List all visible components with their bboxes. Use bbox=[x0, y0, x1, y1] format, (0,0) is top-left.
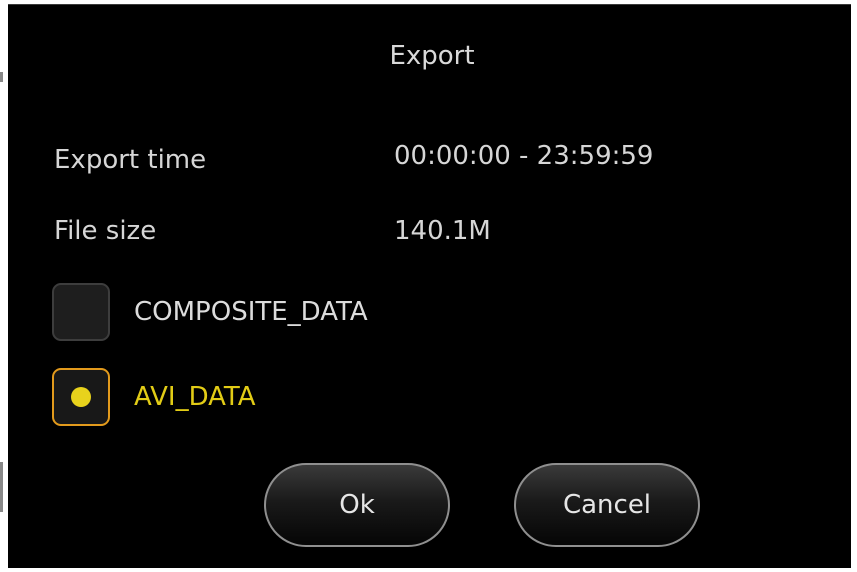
avi-data-label: AVI_DATA bbox=[134, 382, 256, 412]
window-edge-mark bbox=[0, 72, 3, 82]
selected-dot-icon bbox=[71, 387, 91, 407]
ok-button[interactable]: Ok bbox=[264, 463, 450, 547]
export-dialog: Export Export time 00:00:00 - 23:59:59 F… bbox=[8, 4, 851, 568]
composite-data-checkbox[interactable] bbox=[52, 283, 110, 341]
dialog-title: Export bbox=[389, 41, 475, 71]
file-size-label: File size bbox=[54, 216, 157, 246]
option-avi-data[interactable]: AVI_DATA bbox=[52, 368, 256, 426]
window-edge-mark bbox=[0, 462, 3, 512]
composite-data-label: COMPOSITE_DATA bbox=[134, 297, 368, 327]
avi-data-checkbox[interactable] bbox=[52, 368, 110, 426]
file-size-value: 140.1M bbox=[394, 216, 491, 246]
cancel-button[interactable]: Cancel bbox=[514, 463, 700, 547]
option-composite-data[interactable]: COMPOSITE_DATA bbox=[52, 283, 368, 341]
export-time-label: Export time bbox=[54, 145, 207, 175]
export-time-value: 00:00:00 - 23:59:59 bbox=[394, 141, 654, 171]
